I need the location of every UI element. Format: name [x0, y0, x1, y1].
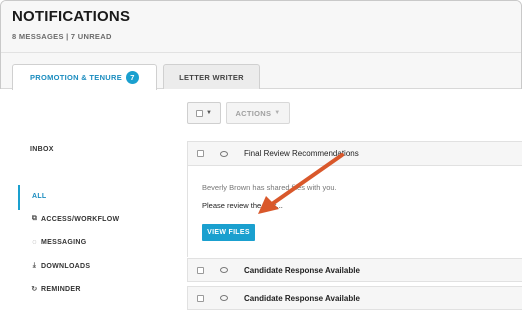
- message-row[interactable]: Candidate Response Available: [187, 286, 522, 310]
- speech-bubble-icon: [220, 150, 228, 157]
- message-count: 8 MESSAGES | 7 UNREAD: [12, 32, 112, 41]
- sidebar-item-all[interactable]: ALL: [32, 193, 47, 200]
- actions-dropdown[interactable]: ACTIONS ▼: [226, 102, 290, 124]
- select-all-dropdown[interactable]: ▼: [187, 102, 221, 124]
- sidebar-item-downloads[interactable]: ⤓ DOWNLOADS: [30, 262, 90, 270]
- tab-promotion-tenure[interactable]: PROMOTION & TENURE 7: [12, 64, 157, 90]
- message-row[interactable]: Final Review Recommendations: [187, 141, 522, 166]
- sidebar-item-access-workflow[interactable]: ⧉ ACCESS/WORKFLOW: [30, 215, 119, 223]
- copy-icon: ⧉: [31, 215, 38, 222]
- speech-bubble-icon: ◌: [32, 239, 37, 246]
- checkbox-icon: [196, 109, 204, 117]
- message-preview: [187, 166, 522, 257]
- caret-down-icon: ▼: [206, 110, 212, 116]
- actions-label: ACTIONS: [235, 108, 272, 118]
- sidebar-item-label: DOWNLOADS: [41, 262, 91, 270]
- row-checkbox[interactable]: [197, 294, 204, 302]
- tab-label: PROMOTION & TENURE: [29, 73, 123, 82]
- view-files-button[interactable]: VIEW FILES: [202, 224, 255, 241]
- sidebar-item-label: MESSAGING: [41, 239, 87, 246]
- message-row[interactable]: Candidate Response Available: [187, 258, 522, 282]
- active-indicator: [18, 185, 20, 210]
- caret-down-icon: ▼: [274, 110, 281, 116]
- row-checkbox[interactable]: [197, 266, 204, 274]
- unread-badge: 7: [126, 71, 140, 84]
- sidebar-item-reminder[interactable]: ↻ REMINDER: [30, 285, 81, 294]
- sidebar-item-label: REMINDER: [41, 285, 81, 293]
- shared-notice: Beverly Brown has shared files with you.: [202, 183, 337, 192]
- message-body: Please review the files...: [202, 201, 283, 210]
- message-subject: Candidate Response Available: [244, 293, 360, 303]
- download-icon: ⤓: [32, 262, 37, 269]
- tab-label: LETTER WRITER: [179, 72, 244, 82]
- sidebar-item-label: ACCESS/WORKFLOW: [41, 215, 120, 223]
- sidebar-item-label: ALL: [32, 193, 47, 200]
- message-subject: Final Review Recommendations: [244, 149, 359, 158]
- speech-bubble-icon: [220, 267, 228, 273]
- row-checkbox[interactable]: [197, 150, 204, 157]
- sidebar-item-messaging[interactable]: ◌ MESSAGING: [30, 239, 86, 246]
- sidebar-inbox-heading: INBOX: [30, 146, 54, 153]
- tab-letter-writer[interactable]: LETTER WRITER: [163, 64, 260, 89]
- message-subject: Candidate Response Available: [244, 265, 360, 275]
- page-title: NOTIFICATIONS: [12, 8, 131, 25]
- page-header: NOTIFICATIONS 8 MESSAGES | 7 UNREAD: [1, 1, 521, 53]
- refresh-icon: ↻: [31, 286, 38, 293]
- speech-bubble-icon: [220, 295, 228, 301]
